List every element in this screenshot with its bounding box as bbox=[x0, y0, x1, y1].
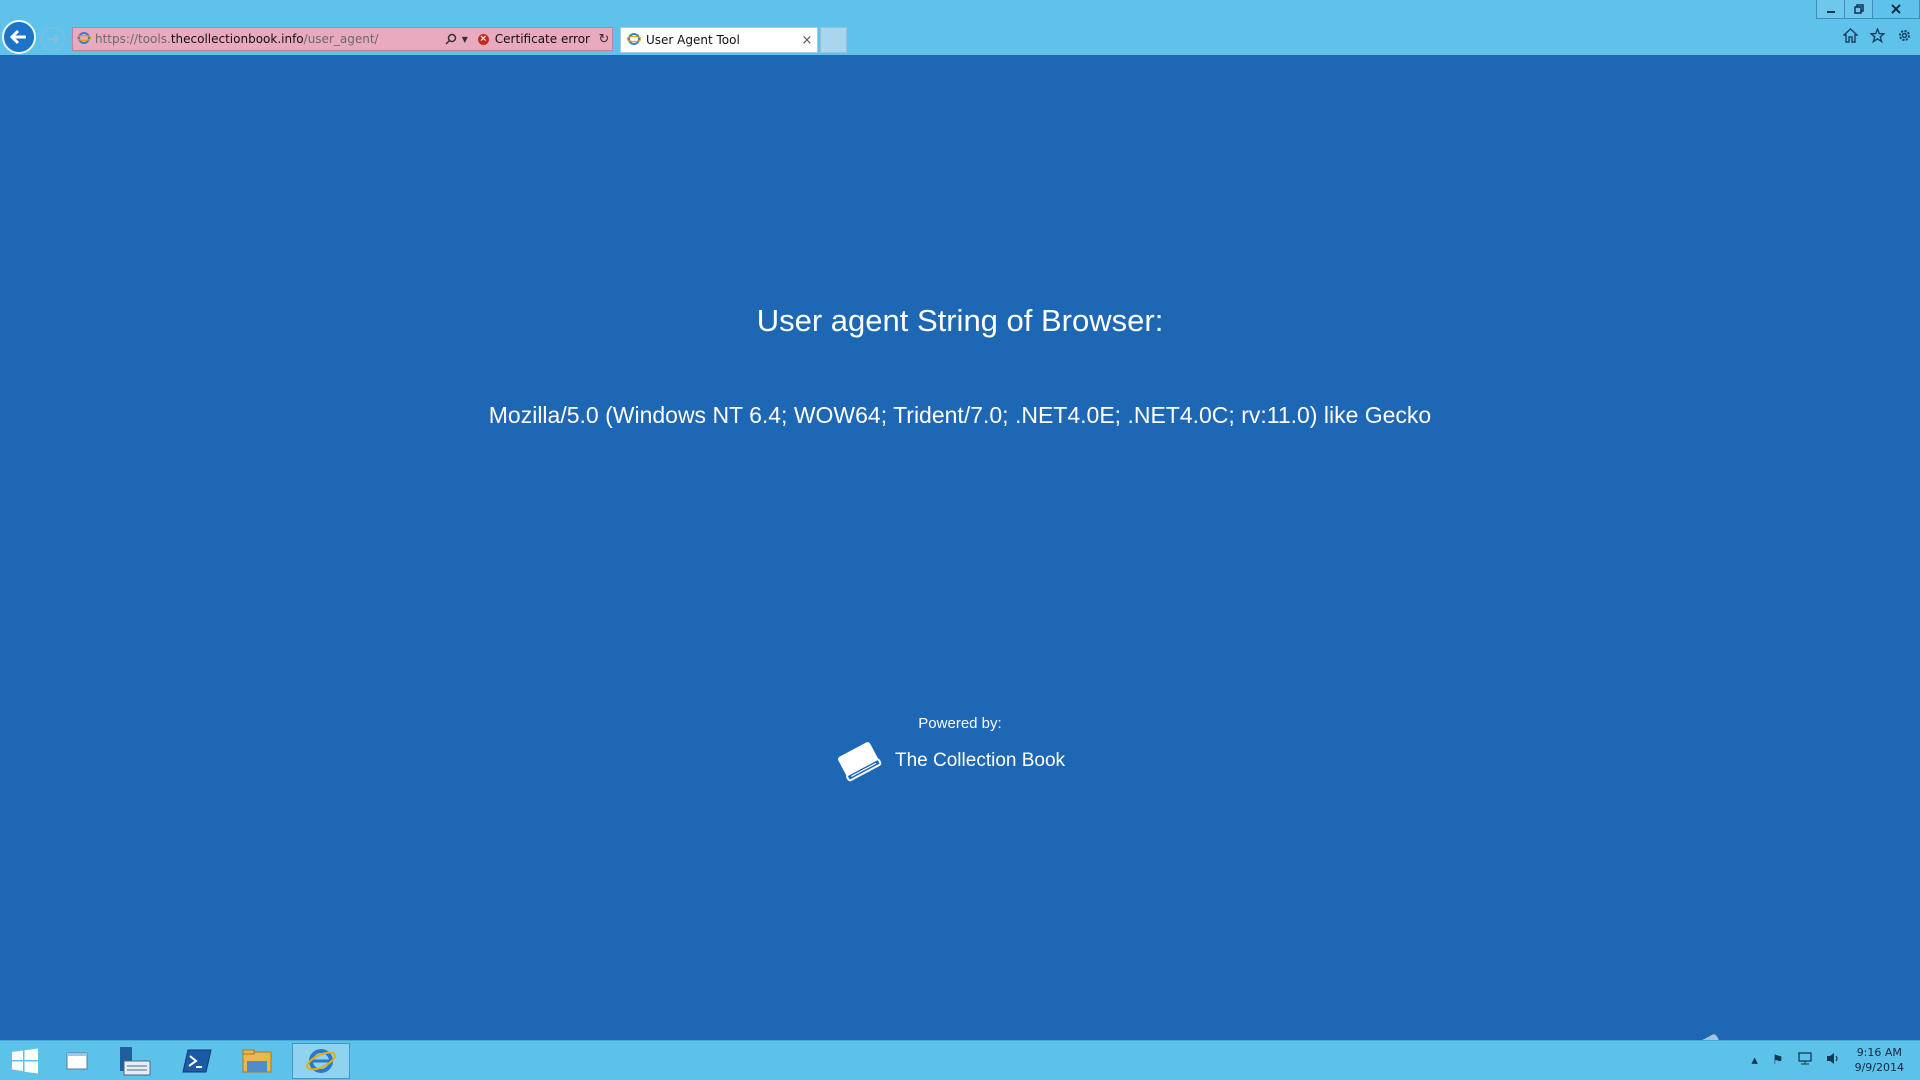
volume-icon[interactable] bbox=[1826, 1052, 1841, 1069]
brand-link[interactable]: The Collection Book bbox=[833, 738, 1065, 784]
certificate-error-label: Certificate error bbox=[494, 32, 590, 46]
system-tray: ▴ ⚑ 9:16 AM 9/9/2014 bbox=[1751, 1045, 1904, 1075]
gear-icon[interactable] bbox=[1897, 28, 1912, 47]
browser-toolbar-right bbox=[1842, 27, 1912, 47]
ie-page-icon bbox=[76, 31, 92, 48]
url-text[interactable]: https://tools.thecollectionbook.info/use… bbox=[95, 32, 440, 46]
tab-close-icon[interactable]: × bbox=[797, 33, 817, 48]
powered-by-label: Powered by: bbox=[918, 715, 1002, 732]
browser-chrome: https://tools.thecollectionbook.info/use… bbox=[0, 0, 1920, 55]
user-agent-string: Mozilla/5.0 (Windows NT 6.4; WOW64; Trid… bbox=[488, 402, 1432, 428]
chevron-down-icon[interactable]: ▼ bbox=[462, 35, 472, 44]
minimize-icon bbox=[1826, 11, 1835, 13]
refresh-icon[interactable]: ↻ bbox=[596, 32, 612, 47]
page-title: User agent String of Browser: bbox=[756, 303, 1164, 338]
ie-tab-icon bbox=[626, 32, 642, 49]
windows-logo-icon bbox=[12, 1048, 38, 1074]
forward-arrow-icon bbox=[48, 34, 60, 44]
address-bar[interactable]: https://tools.thecollectionbook.info/use… bbox=[72, 27, 613, 51]
url-prefix: https://tools. bbox=[95, 32, 171, 46]
clock-time: 9:16 AM bbox=[1856, 1046, 1902, 1059]
taskbar-file-explorer[interactable] bbox=[232, 1043, 282, 1079]
back-arrow-icon bbox=[9, 29, 26, 45]
new-tab-button[interactable] bbox=[820, 27, 847, 53]
certificate-error-button[interactable]: × Certificate error bbox=[472, 32, 596, 46]
tab-user-agent-tool[interactable]: User Agent Tool × bbox=[620, 27, 818, 53]
action-center-flag-icon[interactable]: ⚑ bbox=[1772, 1053, 1784, 1068]
page-content: User agent String of Browser: Mozilla/5.… bbox=[0, 55, 1920, 1040]
server-manager-icon bbox=[120, 1047, 151, 1076]
internet-explorer-icon bbox=[306, 1049, 336, 1073]
restore-button[interactable] bbox=[1844, 0, 1873, 19]
url-domain: thecollectionbook.info bbox=[170, 32, 304, 46]
forward-button[interactable] bbox=[41, 27, 65, 51]
chevron-up-icon[interactable]: ▴ bbox=[1751, 1053, 1758, 1068]
clock[interactable]: 9:16 AM 9/9/2014 bbox=[1855, 1045, 1904, 1075]
window-controls bbox=[1816, 0, 1920, 20]
powershell-icon bbox=[182, 1049, 212, 1073]
minimize-button[interactable] bbox=[1816, 0, 1845, 19]
star-icon[interactable] bbox=[1869, 27, 1886, 47]
taskbar-internet-explorer[interactable] bbox=[292, 1043, 350, 1079]
search-icon[interactable] bbox=[440, 33, 462, 45]
back-button[interactable] bbox=[2, 20, 36, 54]
home-icon[interactable] bbox=[1842, 28, 1859, 47]
taskbar-explorer-window[interactable] bbox=[52, 1043, 102, 1079]
restore-icon bbox=[1853, 4, 1864, 14]
window-icon bbox=[66, 1052, 88, 1070]
taskbar-powershell[interactable] bbox=[172, 1043, 222, 1079]
network-icon[interactable] bbox=[1797, 1051, 1812, 1069]
close-window-button[interactable] bbox=[1872, 0, 1920, 19]
folder-icon bbox=[242, 1049, 272, 1073]
url-path: /user_agent/ bbox=[303, 32, 379, 46]
book-logo-icon bbox=[838, 742, 882, 782]
error-icon: × bbox=[477, 33, 489, 45]
taskbar-server-manager[interactable] bbox=[110, 1043, 160, 1079]
clock-date: 9/9/2014 bbox=[1854, 1061, 1904, 1074]
taskbar: ▴ ⚑ 9:16 AM 9/9/2014 bbox=[0, 1040, 1920, 1080]
close-icon bbox=[1891, 4, 1901, 14]
start-button[interactable] bbox=[0, 1043, 50, 1079]
brand-name: The Collection Book bbox=[895, 750, 1066, 771]
tab-title: User Agent Tool bbox=[646, 33, 740, 47]
